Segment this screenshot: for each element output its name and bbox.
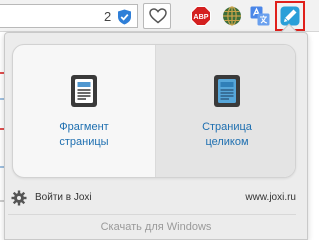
popup-footer: Войти в Joxi www.joxi.ru <box>8 190 308 208</box>
abp-text: ABP <box>193 12 208 21</box>
gear-icon[interactable] <box>11 190 27 206</box>
shield-check-icon[interactable] <box>117 9 132 25</box>
document-icon <box>71 75 97 107</box>
capture-fragment-button[interactable]: Фрагмент страницы <box>13 45 155 177</box>
capture-fragment-label-line1: Фрагмент <box>59 121 109 133</box>
capture-full-page-button[interactable]: Страница целиком <box>155 45 295 177</box>
address-bar[interactable]: 2 <box>0 4 138 28</box>
document-icon <box>214 75 240 107</box>
footer-divider <box>8 214 296 215</box>
translate-icon[interactable] <box>250 6 270 26</box>
login-link[interactable]: Войти в Joxi <box>35 192 92 204</box>
globe-icon[interactable] <box>222 6 242 26</box>
heart-icon <box>149 8 167 24</box>
capture-options: Фрагмент страницы Страница целиком <box>12 44 296 178</box>
download-windows-link[interactable]: Скачать для Windows <box>4 220 308 234</box>
capture-full-page-label-line1: Страница <box>202 121 252 133</box>
url-badge-count: 2 <box>104 9 112 24</box>
joxi-icon <box>280 6 300 26</box>
browser-toolbar: 2 ABP <box>0 0 319 32</box>
adblock-plus-icon[interactable]: ABP <box>191 6 211 26</box>
capture-full-page-label: Страница целиком <box>156 120 295 150</box>
capture-fragment-label-line2: страницы <box>59 136 109 148</box>
site-link[interactable]: www.joxi.ru <box>245 192 296 204</box>
favorite-button[interactable] <box>143 3 171 29</box>
capture-full-page-label-line2: целиком <box>205 136 249 148</box>
capture-fragment-label: Фрагмент страницы <box>13 120 155 150</box>
